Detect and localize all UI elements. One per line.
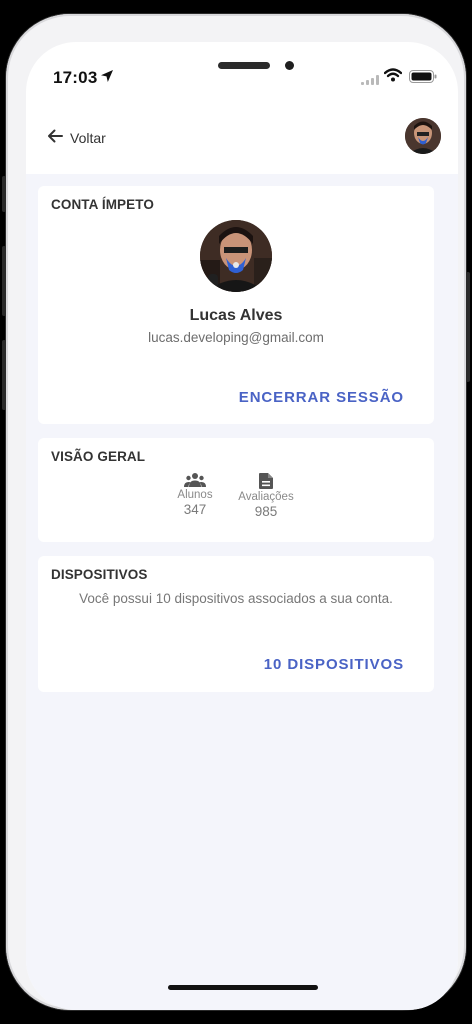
side-button-mute bbox=[2, 176, 6, 212]
header-avatar[interactable] bbox=[405, 118, 441, 154]
stat-evaluations-value: 985 bbox=[254, 504, 278, 519]
speaker-notch bbox=[218, 62, 270, 69]
profile-email: lucas.developing@gmail.com bbox=[148, 330, 324, 345]
account-card: CONTA ÍMPETO Lucas Alves lucas.developin… bbox=[38, 186, 434, 424]
signal-icon bbox=[361, 72, 379, 90]
overview-card: VISÃO GERAL Alunos 347 Avaliações 985 bbox=[38, 438, 434, 542]
devices-card: DISPOSITIVOS Você possui 10 dispositivos… bbox=[38, 556, 434, 692]
account-card-title: CONTA ÍMPETO bbox=[51, 197, 154, 212]
arrow-left-icon bbox=[46, 127, 64, 150]
back-button[interactable]: Voltar bbox=[46, 126, 106, 150]
stat-students: Alunos 347 bbox=[160, 472, 230, 517]
front-camera bbox=[285, 61, 294, 70]
location-arrow-icon bbox=[100, 69, 114, 88]
logout-button[interactable]: ENCERRAR SESSÃO bbox=[239, 389, 404, 406]
battery-icon bbox=[409, 70, 437, 88]
devices-card-title: DISPOSITIVOS bbox=[51, 567, 148, 582]
phone-frame: 17:03 Voltar CONTA ÍMPETO Lucas Alves lu… bbox=[6, 14, 466, 1010]
document-icon bbox=[231, 472, 301, 490]
devices-description: Você possui 10 dispositivos associados a… bbox=[79, 591, 393, 606]
stat-students-value: 347 bbox=[183, 502, 207, 517]
side-button-volume-up bbox=[2, 246, 6, 316]
status-bar: 17:03 bbox=[26, 42, 458, 112]
status-time: 17:03 bbox=[53, 68, 98, 87]
stat-students-label: Alunos bbox=[177, 489, 213, 501]
overview-card-title: VISÃO GERAL bbox=[51, 449, 146, 464]
devices-button[interactable]: 10 DISPOSITIVOS bbox=[264, 656, 404, 673]
side-button-power bbox=[466, 272, 470, 382]
people-icon bbox=[160, 472, 230, 488]
side-button-volume-down bbox=[2, 340, 6, 410]
wifi-icon bbox=[383, 68, 403, 87]
stat-evaluations: Avaliações 985 bbox=[231, 472, 301, 519]
app-header: Voltar bbox=[26, 112, 458, 174]
screen: 17:03 Voltar CONTA ÍMPETO Lucas Alves lu… bbox=[26, 42, 458, 1010]
stat-evaluations-label: Avaliações bbox=[238, 491, 294, 503]
home-indicator[interactable] bbox=[168, 985, 318, 990]
profile-name: Lucas Alves bbox=[189, 307, 283, 324]
profile-avatar bbox=[200, 220, 272, 292]
back-label: Voltar bbox=[70, 130, 106, 146]
content-area: CONTA ÍMPETO Lucas Alves lucas.developin… bbox=[26, 174, 458, 1010]
